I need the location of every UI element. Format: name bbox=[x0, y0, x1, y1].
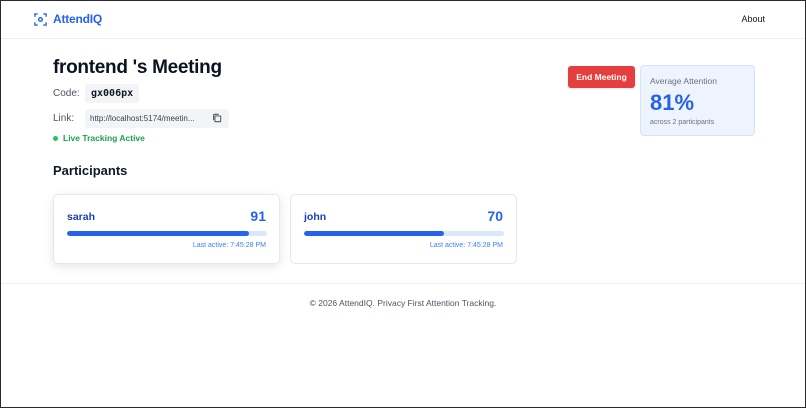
brand-logo[interactable]: AttendIQ bbox=[34, 12, 102, 26]
average-attention-value: 81% bbox=[650, 90, 695, 115]
navbar: AttendIQ About bbox=[1, 1, 805, 39]
footer-divider bbox=[1, 283, 805, 284]
participant-attention-bar bbox=[304, 231, 504, 236]
participant-last-active: Last active: 7:45:28 PM bbox=[192, 242, 266, 249]
meeting-code: gx006px bbox=[85, 84, 140, 103]
average-attention-subtext: across 2 participants bbox=[650, 119, 715, 126]
live-status: Live Tracking Active bbox=[53, 133, 145, 143]
live-status-text: Live Tracking Active bbox=[63, 133, 145, 143]
participant-attention-bar bbox=[67, 231, 267, 236]
participant-attention-fill bbox=[304, 231, 444, 236]
nav-link-about[interactable]: About bbox=[741, 14, 765, 24]
participant-attention-fill bbox=[67, 231, 249, 236]
meeting-title: frontend 's Meeting bbox=[53, 57, 222, 78]
participant-score: 91 bbox=[250, 208, 266, 224]
copy-icon[interactable] bbox=[212, 113, 222, 123]
average-attention-card: Average Attention 81% across 2 participa… bbox=[640, 65, 755, 136]
average-attention-label: Average Attention bbox=[650, 76, 717, 86]
footer-text: © 2026 AttendIQ. Privacy First Attention… bbox=[309, 298, 497, 308]
participants-heading: Participants bbox=[53, 163, 128, 178]
participant-card[interactable]: john 70 Last active: 7:45:28 PM bbox=[290, 194, 517, 264]
participant-name: sarah bbox=[67, 211, 96, 223]
focus-scan-icon bbox=[34, 12, 47, 26]
live-indicator-dot bbox=[53, 135, 58, 141]
participant-card[interactable]: sarah 91 Last active: 7:45:28 PM bbox=[53, 194, 280, 264]
brand-name: AttendIQ bbox=[53, 12, 103, 26]
participant-score: 70 bbox=[487, 208, 503, 224]
participant-name: john bbox=[304, 211, 327, 223]
meeting-link: http://localhost:5174/meetin... bbox=[85, 109, 229, 128]
end-meeting-button[interactable]: End Meeting bbox=[568, 66, 635, 88]
participant-last-active: Last active: 7:45:28 PM bbox=[429, 242, 503, 249]
code-label: Code: bbox=[53, 88, 80, 99]
link-label: Link: bbox=[53, 113, 75, 124]
